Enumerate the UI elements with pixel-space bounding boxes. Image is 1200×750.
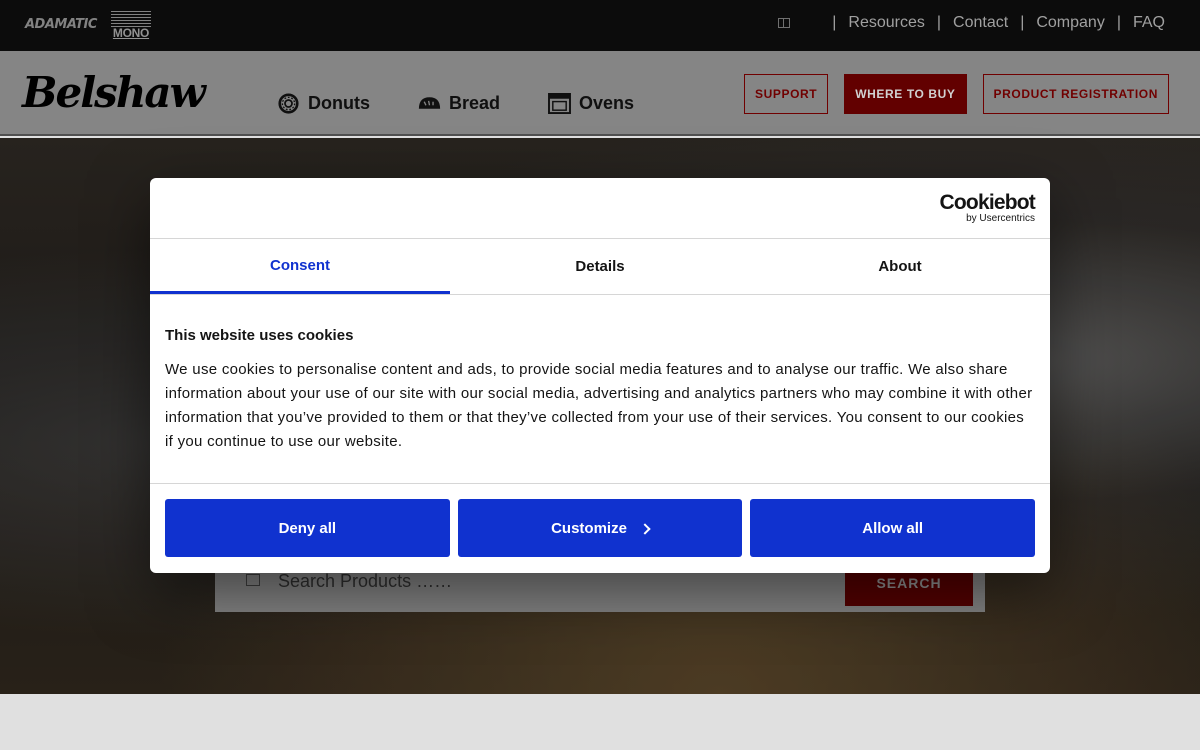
dialog-header: Cookiebot by Usercentrics (150, 178, 1050, 239)
cookiebot-wordmark: Cookiebot (939, 191, 1036, 214)
cookie-consent-dialog: Cookiebot by Usercentrics Consent Detail… (150, 178, 1050, 573)
dialog-body: This website uses cookies We use cookies… (150, 295, 1050, 484)
customize-button[interactable]: Customize (457, 499, 743, 557)
chevron-right-icon (639, 522, 651, 535)
dialog-text: We use cookies to personalise content an… (165, 361, 1033, 450)
dialog-tabs: Consent Details About (150, 239, 1050, 295)
cookiebot-logo: Cookiebot by Usercentrics (939, 191, 1036, 225)
dialog-actions: Deny all Customize Allow all (150, 484, 1050, 557)
cookiebot-byline: by Usercentrics (966, 213, 1035, 224)
customize-label: Customize (551, 519, 627, 537)
dialog-title: This website uses cookies (165, 327, 354, 344)
allow-all-button[interactable]: Allow all (750, 499, 1036, 557)
tab-consent[interactable]: Consent (150, 239, 450, 294)
deny-all-label: Deny all (278, 519, 337, 537)
tab-details[interactable]: Details (450, 239, 750, 294)
deny-all-button[interactable]: Deny all (165, 499, 450, 557)
tab-about[interactable]: About (750, 239, 1050, 294)
allow-all-label: Allow all (862, 519, 924, 537)
